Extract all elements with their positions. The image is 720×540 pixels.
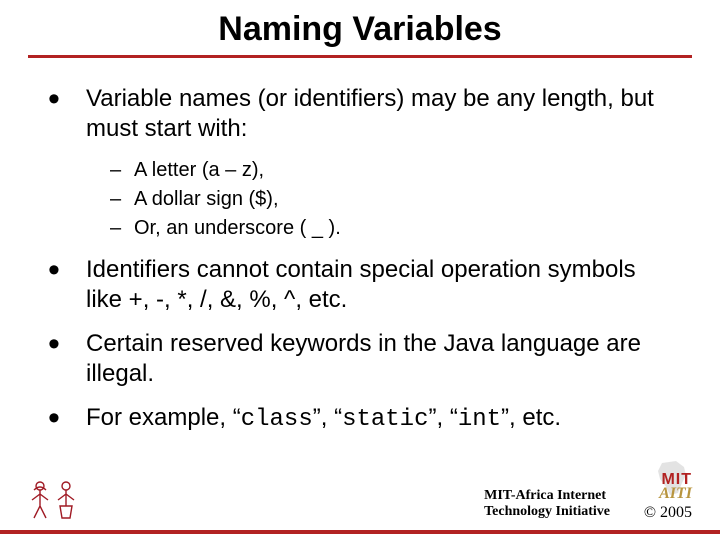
code-keyword: static [342, 406, 428, 433]
sub-bullet-item: A dollar sign ($), [110, 187, 672, 212]
bullet-text: Variable names (or identifiers) may be a… [86, 85, 654, 142]
bullet-item: Variable names (or identifiers) may be a… [48, 84, 672, 241]
footer: MIT-Africa Internet Technology Initiativ… [0, 479, 720, 534]
person-icon [54, 480, 78, 520]
copyright-text: © 2005 [644, 504, 692, 522]
sub-bullet-list: A letter (a – z), A dollar sign ($), Or,… [86, 144, 672, 241]
sub-bullet-item: Or, an underscore ( _ ). [110, 216, 672, 241]
bullet-item: Certain reserved keywords in the Java la… [48, 329, 672, 389]
person-icon [28, 480, 52, 520]
sub-bullet-item: A letter (a – z), [110, 158, 672, 183]
bullet-item: Identifiers cannot contain special opera… [48, 255, 672, 315]
aiti-logo: AITI [644, 486, 692, 502]
content-area: Variable names (or identifiers) may be a… [0, 58, 720, 435]
footer-org-text: MIT-Africa Internet Technology Initiativ… [484, 488, 610, 520]
footer-right: MIT AITI © 2005 [644, 472, 692, 522]
bullet-item: For example, “class”, “static”, “int”, e… [48, 403, 672, 435]
slide: { "title": "Naming Variables", "bullets"… [0, 0, 720, 540]
code-keyword: int [458, 406, 501, 433]
open-quote: “ [233, 404, 241, 431]
quote-sep: ”, “ [428, 404, 457, 431]
bullet-text-suffix: ”, etc. [501, 404, 561, 431]
slide-title: Naming Variables [0, 0, 720, 55]
bullet-list: Variable names (or identifiers) may be a… [48, 84, 672, 435]
bullet-text-prefix: For example, [86, 404, 233, 431]
quote-sep: ”, “ [313, 404, 342, 431]
code-keyword: class [241, 406, 313, 433]
footer-icons [28, 480, 78, 520]
